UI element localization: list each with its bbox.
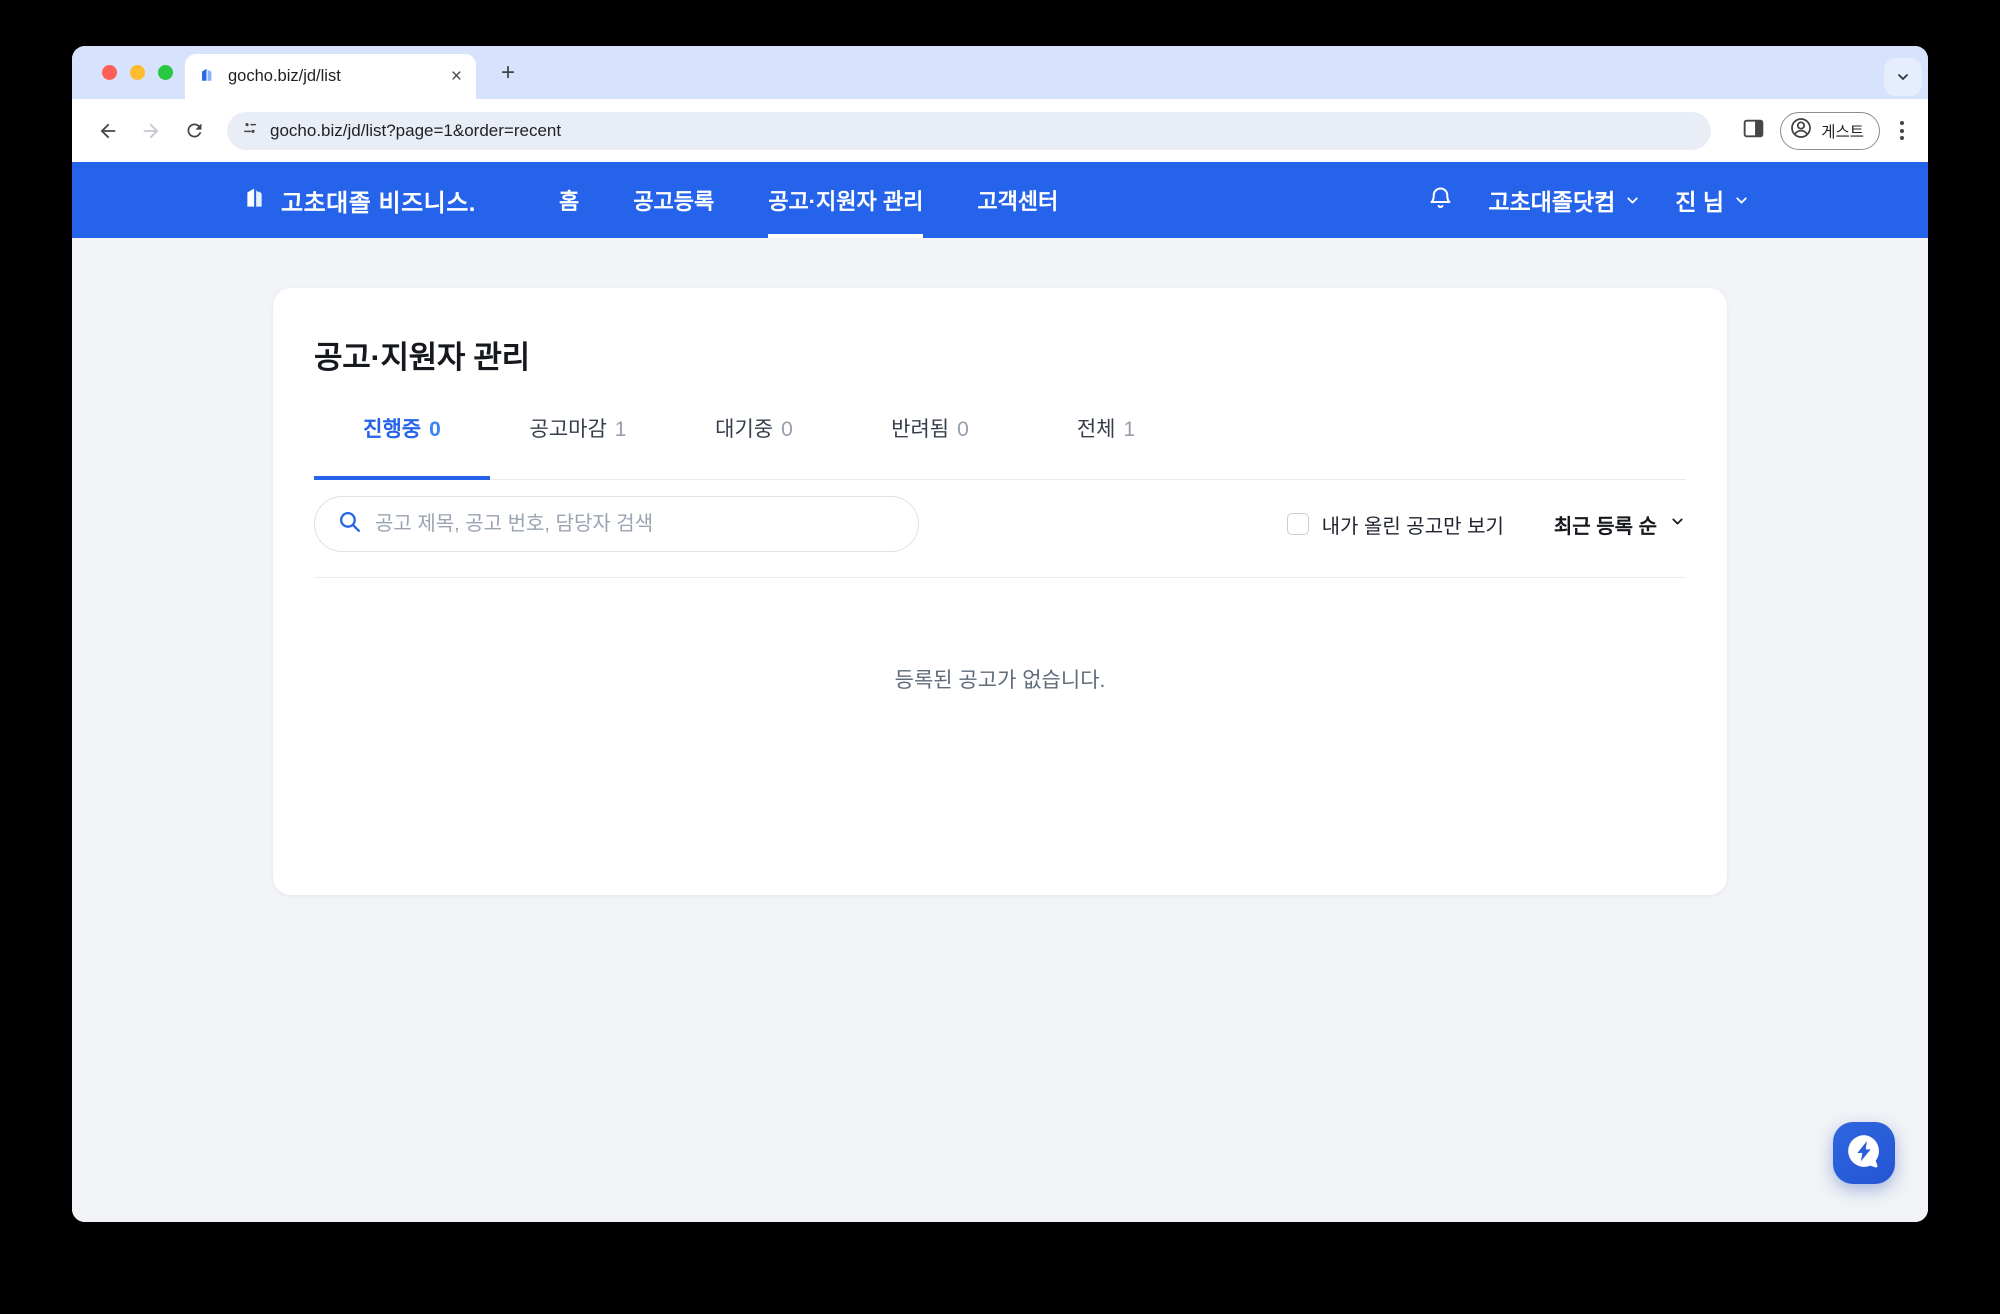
chevron-down-icon (1733, 192, 1750, 209)
new-tab-button[interactable]: + (491, 56, 525, 90)
tab-close-icon[interactable]: × (451, 67, 462, 86)
nav-item-support[interactable]: 고객센터 (950, 162, 1085, 238)
guest-avatar-icon (1789, 116, 1813, 145)
tab-all[interactable]: 전체1 (1018, 407, 1194, 479)
url-text: gocho.biz/jd/list?page=1&order=recent (270, 121, 561, 141)
tab-title: gocho.biz/jd/list (228, 67, 451, 86)
tab-pending[interactable]: 대기중0 (666, 407, 842, 479)
tab-count: 0 (429, 418, 441, 441)
site-favicon (199, 65, 217, 88)
list-divider (314, 577, 1686, 578)
page-title: 공고·지원자 관리 (314, 332, 1686, 377)
tab-count: 1 (615, 418, 627, 441)
browser-tab-strip: gocho.biz/jd/list × + (72, 46, 1928, 99)
main-menu: 홈 공고등록 공고·지원자 관리 고객센터 (532, 162, 1085, 238)
sort-dropdown[interactable]: 최근 등록 순 (1554, 510, 1686, 539)
site-info-icon[interactable] (241, 119, 259, 142)
search-icon (337, 509, 362, 539)
company-dropdown[interactable]: 고초대졸닷컴 (1488, 183, 1641, 217)
search-box[interactable] (314, 496, 919, 552)
toolbar-right-controls: 게스트 (1741, 112, 1910, 150)
site-logo[interactable]: 고초대졸 비즈니스. (244, 162, 476, 238)
minimize-window-button[interactable] (130, 65, 145, 80)
nav-item-post-job[interactable]: 공고등록 (606, 162, 741, 238)
forward-button[interactable] (133, 113, 169, 149)
browser-toolbar: gocho.biz/jd/list?page=1&order=recent 게스… (72, 99, 1928, 162)
status-tabs: 진행중0 공고마감1 대기중0 반려됨0 전체1 (314, 407, 1686, 480)
reload-button[interactable] (176, 113, 212, 149)
zoom-window-button[interactable] (158, 65, 173, 80)
tab-list-chevron-down-icon[interactable] (1884, 58, 1922, 96)
chevron-down-icon (1669, 513, 1686, 536)
sort-label: 최근 등록 순 (1554, 510, 1657, 539)
search-input[interactable] (375, 513, 896, 536)
logo-text: 고초대졸 비즈니스. (281, 183, 476, 218)
page-content: 공고·지원자 관리 진행중0 공고마감1 대기중0 반려됨0 (72, 238, 1928, 1222)
tab-in-progress[interactable]: 진행중0 (314, 407, 490, 479)
tab-count: 0 (957, 418, 969, 441)
window-traffic-lights (102, 46, 173, 99)
address-bar[interactable]: gocho.biz/jd/list?page=1&order=recent (227, 112, 1711, 150)
guest-label: 게스트 (1821, 120, 1864, 142)
browser-menu-icon[interactable] (1894, 115, 1910, 146)
back-button[interactable] (90, 113, 126, 149)
user-dropdown[interactable]: 진 님 (1675, 183, 1750, 217)
notification-bell-icon[interactable] (1427, 184, 1454, 216)
nav-item-home[interactable]: 홈 (532, 162, 606, 238)
profile-button[interactable]: 게스트 (1780, 112, 1880, 150)
screenshot-stage: gocho.biz/jd/list × + gocho (0, 0, 2000, 1314)
tab-count: 1 (1123, 418, 1135, 441)
logo-building-icon (244, 183, 271, 217)
my-posts-checkbox[interactable] (1287, 513, 1309, 535)
filter-sort-controls: 내가 올린 공고만 보기 최근 등록 순 (1287, 510, 1686, 539)
chat-support-button[interactable] (1833, 1122, 1895, 1184)
browser-window: gocho.biz/jd/list × + gocho (72, 46, 1928, 1222)
close-window-button[interactable] (102, 65, 117, 80)
tab-count: 0 (781, 418, 793, 441)
chevron-down-icon (1624, 192, 1641, 209)
navbar-right: 고초대졸닷컴 진 님 (1427, 162, 1750, 238)
tab-closed[interactable]: 공고마감1 (490, 407, 666, 479)
my-posts-label: 내가 올린 공고만 보기 (1322, 510, 1504, 539)
nav-item-manage-jobs[interactable]: 공고·지원자 관리 (741, 162, 950, 238)
browser-tab[interactable]: gocho.biz/jd/list × (185, 54, 476, 99)
list-controls-row: 내가 올린 공고만 보기 최근 등록 순 (314, 496, 1686, 552)
job-management-card: 공고·지원자 관리 진행중0 공고마감1 대기중0 반려됨0 (273, 288, 1727, 895)
side-panel-icon[interactable] (1741, 116, 1766, 146)
empty-state-message: 등록된 공고가 없습니다. (314, 664, 1686, 694)
my-posts-filter[interactable]: 내가 올린 공고만 보기 (1287, 510, 1504, 539)
chat-lightning-icon (1844, 1131, 1884, 1176)
tab-rejected[interactable]: 반려됨0 (842, 407, 1018, 479)
site-navbar: 고초대졸 비즈니스. 홈 공고등록 공고·지원자 관리 고객센터 고초대졸닷컴 (72, 162, 1928, 238)
